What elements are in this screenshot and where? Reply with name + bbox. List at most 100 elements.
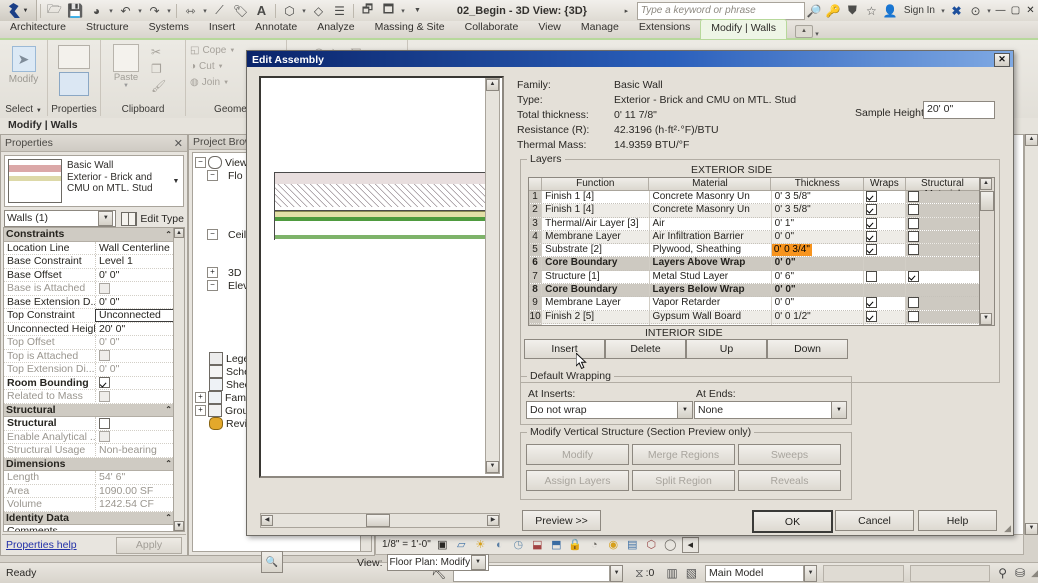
scroll-down-button[interactable]: ▼ — [486, 461, 499, 473]
cell-wraps[interactable] — [864, 191, 907, 204]
cell-thickness[interactable]: 0' 1" — [772, 217, 865, 230]
move-layer-up-button[interactable]: Up — [686, 339, 767, 359]
tab-extensions[interactable]: Extensions — [629, 19, 700, 38]
visual-style-icon[interactable]: ▱ — [454, 538, 469, 552]
panel-label-select[interactable]: Select ▼ — [0, 104, 47, 115]
scroll-up-button[interactable]: ▲ — [980, 178, 992, 190]
detail-level-icon[interactable]: ▣ — [435, 538, 450, 552]
qat-customize-icon[interactable]: ▼ — [407, 0, 428, 21]
at-ends-selector[interactable]: None ▼ — [694, 401, 847, 419]
checkbox-wraps[interactable] — [866, 297, 878, 309]
help-icon[interactable]: ⊙ — [966, 0, 985, 21]
cope-label[interactable]: Cope — [202, 43, 226, 59]
property-row[interactable]: Base Extension D... 0' 0" — [4, 295, 175, 309]
checkbox-structural-material[interactable] — [907, 244, 919, 256]
help-button[interactable]: Help — [918, 510, 997, 531]
table-row[interactable]: 3 Thermal/Air Layer [3] Air 0' 1" — [529, 217, 980, 231]
checkbox-wraps[interactable] — [866, 244, 878, 256]
chevron-down-icon[interactable]: ▼ — [677, 402, 692, 418]
chevron-down-icon[interactable]: ▼ — [223, 75, 229, 91]
application-menu-button[interactable]: ▼ — [0, 0, 37, 21]
property-value[interactable]: 20' 0" — [95, 322, 175, 335]
property-row-top-constraint[interactable]: Top Constraint Unconnected — [4, 308, 175, 323]
cancel-button[interactable]: Cancel — [835, 510, 914, 531]
canvas-vertical-scrollbar[interactable]: ▲ ▼ — [1024, 134, 1038, 535]
tab-systems[interactable]: Systems — [139, 19, 199, 38]
zoom-2d-icon[interactable]: 🔍 — [261, 551, 283, 573]
property-value[interactable]: 0' 0" — [95, 268, 175, 281]
cell-function[interactable]: Finish 1 [4] — [542, 204, 650, 217]
cell-thickness[interactable]: 0' 0 1/2" — [772, 310, 865, 323]
table-row[interactable]: 4 Membrane Layer Air Infiltration Barrier 0… — [529, 230, 980, 245]
tag-icon[interactable]: 🏷 — [230, 0, 251, 21]
layers-table-scrollbar[interactable]: ▲ ▼ — [979, 177, 995, 326]
thin-lines-icon[interactable]: ☰ — [329, 0, 350, 21]
cell-wraps[interactable] — [864, 297, 907, 310]
cell-thickness[interactable]: 0' 0" — [772, 230, 865, 244]
cell-function[interactable]: Finish 1 [4] — [542, 191, 650, 204]
property-row[interactable]: Location Line Wall Centerline — [4, 241, 175, 255]
property-value[interactable]: 0' 0" — [95, 295, 175, 308]
cell-material[interactable]: Gypsum Wall Board — [650, 310, 772, 323]
chevron-down-icon[interactable]: ▼ — [610, 564, 624, 582]
cell-wraps[interactable] — [864, 204, 907, 217]
scroll-left-button[interactable]: ◀ — [261, 515, 273, 526]
property-row[interactable]: Base Offset 0' 0" — [4, 268, 175, 282]
cell-structural-material[interactable] — [906, 230, 980, 244]
expander-icon[interactable]: − — [195, 157, 206, 168]
chevron-down-icon[interactable]: ▼ — [803, 564, 818, 582]
cell-structural-material[interactable] — [906, 323, 980, 325]
properties-help-link[interactable]: Properties help — [2, 539, 77, 551]
cell-thickness[interactable] — [772, 323, 865, 325]
switch-windows-icon[interactable]: 🗖 — [378, 0, 399, 21]
apply-button[interactable]: Apply — [116, 536, 182, 554]
tab-insert[interactable]: Insert — [199, 19, 245, 38]
property-row[interactable]: Base Constraint Level 1 — [4, 255, 175, 269]
checkbox-structural-material[interactable] — [908, 270, 920, 282]
shadows-icon[interactable]: ◐ — [492, 538, 507, 552]
chevron-down-icon[interactable]: ▼ — [831, 402, 846, 418]
copy-icon[interactable]: ❐ — [151, 62, 166, 76]
property-row[interactable]: Structural — [4, 417, 175, 431]
tab-modify-walls[interactable]: Modify | Walls — [700, 19, 787, 39]
workset-selector[interactable]: Main Model — [705, 564, 804, 582]
table-row-selected[interactable]: 5 Substrate [2] Plywood, Sheathing 0' 0 3/4… — [529, 244, 980, 258]
cell-function[interactable] — [542, 323, 650, 325]
chevron-down-icon[interactable]: ▼ — [218, 59, 224, 75]
cell-structural-material[interactable] — [906, 310, 980, 323]
cell-thickness[interactable]: 0' 0" — [772, 297, 865, 310]
cell-material[interactable]: Air — [650, 217, 772, 230]
filter-selection-icon[interactable]: ⚲ — [998, 566, 1007, 580]
maximize-button[interactable]: ▢ — [1008, 0, 1023, 21]
scroll-down-button[interactable]: ▼ — [980, 313, 992, 325]
property-value-editing[interactable]: Unconnected — [95, 308, 175, 322]
column-header-structural-material[interactable]: Structural Material — [906, 178, 980, 200]
cell-wraps[interactable] — [864, 310, 907, 323]
property-group-dimensions[interactable]: Dimensions ⌃ — [4, 457, 175, 471]
cell-thickness[interactable]: 0' 3 5/8" — [772, 191, 865, 204]
at-inserts-selector[interactable]: Do not wrap ▼ — [526, 401, 693, 419]
cell-thickness-highlighted[interactable]: 0' 0 3/4" — [771, 244, 865, 257]
chevron-down-icon[interactable]: ▾ — [136, 7, 144, 15]
chevron-down-icon[interactable]: ▾ — [300, 7, 308, 15]
sun-path-icon[interactable]: ☀ — [473, 538, 488, 552]
preview-toggle-button[interactable]: Preview >> — [522, 510, 601, 531]
dialog-resize-grip-icon[interactable]: ◢ — [1004, 523, 1011, 534]
property-value[interactable]: Wall Centerline — [95, 241, 175, 254]
analytical-model-icon[interactable]: ⬡ — [644, 538, 659, 552]
checkbox-structural[interactable] — [99, 417, 110, 429]
cell-structural-material[interactable] — [906, 204, 980, 217]
property-group-identity-data[interactable]: Identity Data ⌃ — [4, 511, 175, 525]
collapse-icon[interactable]: ⌃ — [165, 230, 172, 239]
table-row-core-boundary[interactable]: 8 Core Boundary Layers Below Wrap 0' 0" — [529, 284, 980, 298]
column-header-thickness[interactable]: Thickness — [771, 178, 864, 190]
property-group-structural[interactable]: Structural ⌃ — [4, 403, 175, 417]
aligned-dimension-icon[interactable]: ⟋ — [209, 0, 230, 21]
lock-3d-view-icon[interactable]: 🔒 — [568, 538, 583, 552]
insert-layer-button[interactable]: Insert — [524, 339, 605, 359]
expand-icon[interactable]: ◀ — [681, 536, 699, 553]
chevron-down-icon[interactable]: ▼ — [105, 83, 147, 89]
selection-filter-icon[interactable]: ⧖ — [635, 566, 643, 581]
cell-function[interactable]: Thermal/Air Layer [3] — [542, 217, 650, 230]
editable-only-icon[interactable]: ⛁ — [1015, 566, 1025, 580]
